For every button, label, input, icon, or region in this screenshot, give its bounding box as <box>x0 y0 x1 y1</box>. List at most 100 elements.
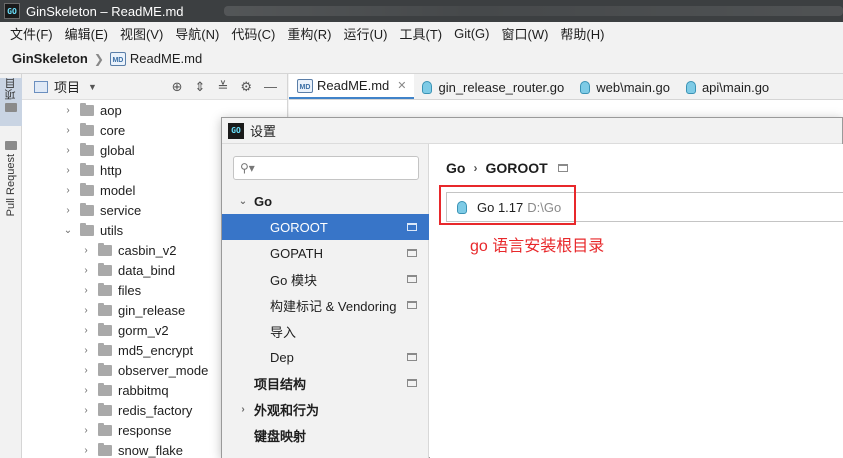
editor-tabs: MD ReadME.md ✕ gin_release_router.go web\mai… <box>289 74 843 100</box>
chevron-down-icon[interactable]: ⌄ <box>62 225 74 236</box>
chevron-right-icon[interactable]: › <box>62 125 74 136</box>
settings-item[interactable]: Go 模块 <box>222 266 429 292</box>
chevron-right-icon[interactable]: › <box>80 385 92 396</box>
settings-item-label: 键盘映射 <box>254 428 307 444</box>
settings-item[interactable]: 构建标记 & Vendoring <box>222 292 429 318</box>
folder-icon <box>80 102 94 116</box>
settings-item-label: 外观和行为 <box>254 402 320 418</box>
tree-item-label: redis_factory <box>118 402 193 418</box>
settings-tree: ⌄ Go GOROOT GOPATH Go 模块构建标记 & Vendoring 导入 De… <box>222 188 429 448</box>
gear-icon[interactable]: ⚙ <box>240 79 252 95</box>
menu-item[interactable]: 导航(N) <box>169 24 225 43</box>
folder-icon <box>98 242 112 256</box>
editor-tab-label: web\main.go <box>596 79 670 95</box>
expand-all-icon[interactable]: ⇕ <box>195 79 206 95</box>
chevron-right-icon[interactable]: › <box>80 345 92 356</box>
menu-bar: 文件(F) 编辑(E) 视图(V) 导航(N) 代码(C) 重构(R) 运行(U) 工具(T)… <box>0 22 843 44</box>
chevron-right-icon[interactable]: › <box>80 425 92 436</box>
menu-item[interactable]: 文件(F) <box>4 24 59 43</box>
chevron-right-icon[interactable]: › <box>80 445 92 456</box>
settings-item[interactable]: ⌄ Go <box>222 188 429 214</box>
settings-content: Go › GOROOT Go 1.17 D:\Go go 语言安装根目录 <box>430 144 843 458</box>
title-bar: GO GinSkeleton – ReadME.md <box>0 0 843 22</box>
chevron-right-icon[interactable]: › <box>62 165 74 176</box>
folder-icon <box>98 442 112 456</box>
editor-tab[interactable]: api\main.go <box>678 74 777 99</box>
chevron-right-icon: › <box>241 403 245 415</box>
chevron-right-icon: ❯ <box>93 51 104 66</box>
tree-item-label: rabbitmq <box>118 382 169 398</box>
folder-icon <box>98 302 112 316</box>
chevron-right-icon[interactable]: › <box>80 305 92 316</box>
go-file-icon <box>422 80 433 94</box>
annotation-highlight-box <box>439 185 576 225</box>
close-icon[interactable]: ✕ <box>397 79 406 92</box>
project-scope-icon <box>407 379 417 387</box>
folder-icon <box>98 422 112 436</box>
project-panel-title[interactable]: 项目 <box>54 77 80 96</box>
chevron-right-icon[interactable]: › <box>80 325 92 336</box>
project-tool-label: 项目 <box>5 78 17 100</box>
pull-request-tool-button[interactable]: Pull Request <box>0 138 22 216</box>
settings-item[interactable]: GOROOT <box>222 214 429 240</box>
settings-search-input[interactable] <box>258 158 418 178</box>
settings-item[interactable]: GOPATH <box>222 240 429 266</box>
tree-item-label: snow_flake <box>118 442 184 458</box>
menu-item[interactable]: 帮助(H) <box>554 24 610 43</box>
breadcrumb-file[interactable]: ReadME.md <box>130 51 202 66</box>
settings-item-label: GOROOT <box>270 219 328 235</box>
project-view-icon <box>34 80 48 93</box>
folder-icon <box>98 342 112 356</box>
tree-item-label: observer_mode <box>118 362 209 378</box>
settings-dialog: GO 设置 ⚲▾ ⌄ Go GOROOT GOPATH Go 模块 构建标记 & Vend… <box>221 117 843 458</box>
tree-item-label: response <box>118 422 172 438</box>
settings-item-label: 项目结构 <box>254 376 307 392</box>
tree-item-label: casbin_v2 <box>118 242 177 258</box>
chevron-right-icon[interactable]: › <box>80 245 92 256</box>
locate-icon[interactable]: ⊕ <box>172 79 183 95</box>
breadcrumb-goroot: GOROOT <box>485 160 548 176</box>
settings-item[interactable]: 项目结构 <box>222 370 429 396</box>
chevron-right-icon[interactable]: › <box>80 365 92 376</box>
menu-item[interactable]: 视图(V) <box>114 24 169 43</box>
editor-tab[interactable]: MD ReadME.md ✕ <box>289 74 415 99</box>
settings-item[interactable]: › 外观和行为 <box>222 396 429 422</box>
editor-tab-label: ReadME.md <box>317 78 390 93</box>
project-scope-icon <box>557 164 568 172</box>
pull-request-icon <box>5 141 17 150</box>
chevron-right-icon[interactable]: › <box>62 145 74 156</box>
hide-icon[interactable]: — <box>264 79 277 95</box>
project-tool-button[interactable]: 项目 <box>0 78 22 126</box>
window-title: GinSkeleton – ReadME.md <box>26 3 184 19</box>
chevron-right-icon[interactable]: › <box>80 405 92 416</box>
menu-item[interactable]: 窗口(W) <box>495 24 554 43</box>
chevron-right-icon[interactable]: › <box>80 265 92 276</box>
tree-item-label: model <box>100 182 136 198</box>
editor-tab[interactable]: gin_release_router.go <box>414 74 572 99</box>
menu-item[interactable]: 工具(T) <box>393 24 448 43</box>
menu-item[interactable]: 重构(R) <box>281 24 337 43</box>
editor-tab[interactable]: web\main.go <box>572 74 678 99</box>
menu-item[interactable]: Git(G) <box>448 26 495 41</box>
chevron-right-icon[interactable]: › <box>62 185 74 196</box>
caret-down-icon[interactable]: ▼ <box>88 82 97 92</box>
tree-item-label: data_bind <box>118 262 176 278</box>
settings-item[interactable]: 键盘映射 <box>222 422 429 448</box>
chevron-right-icon[interactable]: › <box>80 285 92 296</box>
menu-item[interactable]: 编辑(E) <box>59 24 114 43</box>
settings-item[interactable]: 导入 <box>222 318 429 344</box>
chevron-right-icon[interactable]: › <box>62 205 74 216</box>
breadcrumb-project[interactable]: GinSkeleton <box>12 51 88 66</box>
goland-logo-icon: GO <box>4 3 20 19</box>
chevron-right-icon[interactable]: › <box>62 105 74 116</box>
menu-item[interactable]: 代码(C) <box>225 24 281 43</box>
settings-item[interactable]: Dep <box>222 344 429 370</box>
menu-item[interactable]: 运行(U) <box>337 24 393 43</box>
folder-icon <box>80 202 94 216</box>
settings-item-label: Go 模块 <box>270 272 317 288</box>
collapse-all-icon[interactable]: ≚ <box>217 79 228 95</box>
editor-tab-label: gin_release_router.go <box>438 79 565 95</box>
annotation-text: go 语言安装根目录 <box>470 238 605 255</box>
folder-icon <box>98 282 112 296</box>
folder-icon <box>80 142 94 156</box>
